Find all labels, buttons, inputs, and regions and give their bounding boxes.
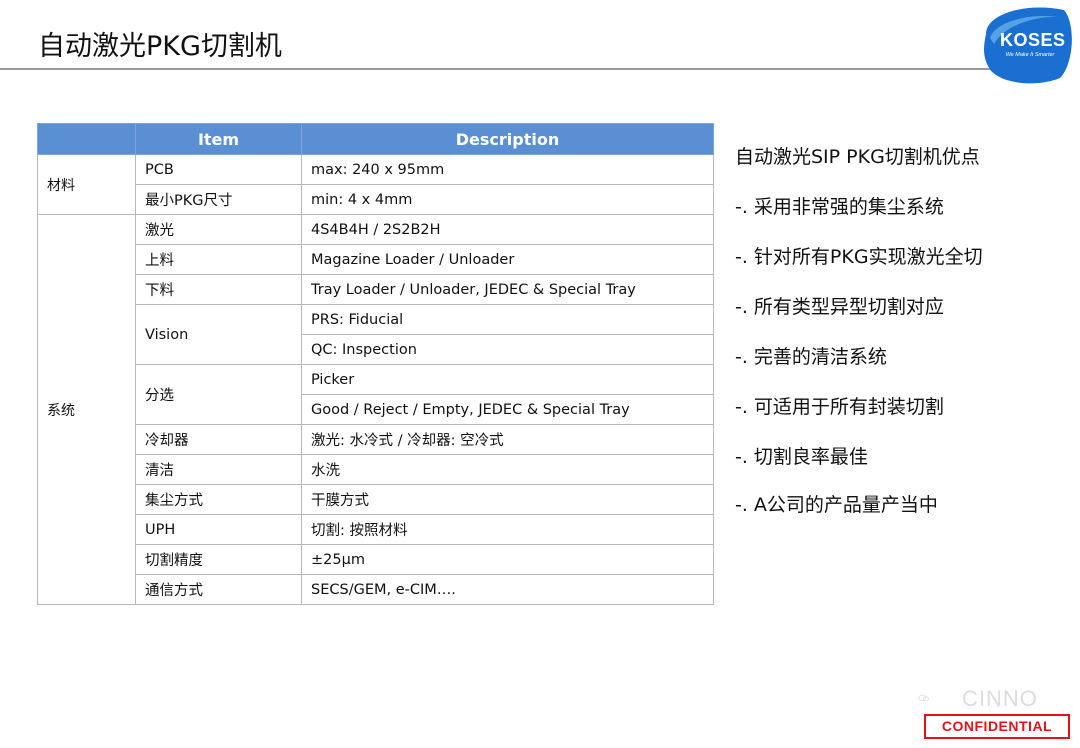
advantage-item: -. 针对所有PKG实现激光全切 — [735, 246, 983, 268]
table-row: 通信方式 SECS/GEM, e-CIM…. — [38, 574, 714, 605]
item-cell: 通信方式 — [135, 574, 302, 605]
table-row: 冷却器 激光: 水冷式 / 冷却器: 空冷式 — [38, 424, 714, 455]
header-group — [37, 123, 136, 155]
item-cell: PCB — [135, 154, 302, 185]
logo-tagline: We Make It Smarter — [1005, 52, 1055, 58]
desc-cell: Tray Loader / Unloader, JEDEC & Special … — [301, 274, 714, 305]
advantage-item: -. 所有类型异型切割对应 — [735, 296, 944, 318]
item-cell: 下料 — [135, 274, 302, 305]
table-row: Vision PRS: Fiducial — [38, 304, 714, 365]
desc-cell: 4S4B4H / 2S2B2H — [301, 214, 714, 245]
confidential-stamp: CONFIDENTIAL — [924, 714, 1070, 739]
desc-cell: 激光: 水冷式 / 冷却器: 空冷式 — [301, 424, 714, 455]
item-cell: 最小PKG尺寸 — [135, 184, 302, 215]
table-row: 清洁 水洗 — [38, 454, 714, 485]
desc-cell: 切割: 按照材料 — [301, 514, 714, 545]
table-row: 下料 Tray Loader / Unloader, JEDEC & Speci… — [38, 274, 714, 305]
item-cell: UPH — [135, 514, 302, 545]
desc-cell: Good / Reject / Empty, JEDEC & Special T… — [301, 394, 714, 425]
table-row: 上料 Magazine Loader / Unloader — [38, 244, 714, 275]
advantage-item: -. 采用非常强的集尘系统 — [735, 196, 944, 218]
item-cell: 集尘方式 — [135, 484, 302, 515]
desc-cell: ±25μm — [301, 544, 714, 575]
table-row: 材料 PCB max: 240 x 95mm — [37, 154, 714, 215]
table-row: 集尘方式 干膜方式 — [38, 484, 714, 515]
desc-cell: min: 4 x 4mm — [301, 184, 714, 215]
item-cell: 分选 — [135, 364, 302, 425]
table-header-row: Item Description — [37, 123, 714, 155]
wechat-watermark-icon — [918, 694, 930, 702]
table-row: UPH 切割: 按照材料 — [38, 514, 714, 545]
group-cell-material: 材料 — [37, 154, 136, 215]
item-cell: Vision — [135, 304, 302, 365]
advantages-panel: 自动激光SIP PKG切割机优点 -. 采用非常强的集尘系统 -. 针对所有PK… — [735, 142, 983, 516]
desc-cell: PRS: Fiducial — [301, 304, 714, 335]
header-item: Item — [135, 123, 302, 155]
item-cell: 激光 — [135, 214, 302, 245]
header-description: Description — [301, 123, 714, 155]
advantage-item: -. 完善的清洁系统 — [735, 346, 887, 368]
advantage-item: -. 可适用于所有封装切割 — [735, 396, 944, 418]
page-title: 自动激光PKG切割机 — [38, 31, 282, 62]
table-row: 最小PKG尺寸 min: 4 x 4mm — [38, 184, 714, 215]
table-row: 系统 激光 4S4B4H / 2S2B2H — [37, 214, 714, 605]
table-row: 分选 Picker — [38, 364, 714, 425]
desc-cell: 水洗 — [301, 454, 714, 485]
item-cell: 清洁 — [135, 454, 302, 485]
item-cell: 上料 — [135, 244, 302, 275]
desc-cell: Magazine Loader / Unloader — [301, 244, 714, 275]
desc-cell: 干膜方式 — [301, 484, 714, 515]
title-divider — [0, 68, 1010, 70]
item-cell: 切割精度 — [135, 544, 302, 575]
desc-cell: SECS/GEM, e-CIM…. — [301, 574, 714, 605]
item-cell: 冷却器 — [135, 424, 302, 455]
logo-wordmark: KOSES — [1000, 30, 1066, 50]
desc-cell: max: 240 x 95mm — [301, 154, 714, 185]
spec-table: Item Description 材料 PCB max: 240 x 95mm … — [37, 123, 714, 605]
desc-cell: Picker — [301, 364, 714, 395]
advantages-title: 自动激光SIP PKG切割机优点 — [735, 146, 980, 168]
advantage-item: -. 切割良率最佳 — [735, 446, 868, 468]
watermark-text: CINNO — [962, 686, 1038, 711]
advantage-item: -. A公司的产品量产当中 — [735, 494, 938, 516]
desc-cell: QC: Inspection — [301, 334, 714, 365]
group-cell-system: 系统 — [37, 214, 136, 605]
table-row: 切割精度 ±25μm — [38, 544, 714, 575]
